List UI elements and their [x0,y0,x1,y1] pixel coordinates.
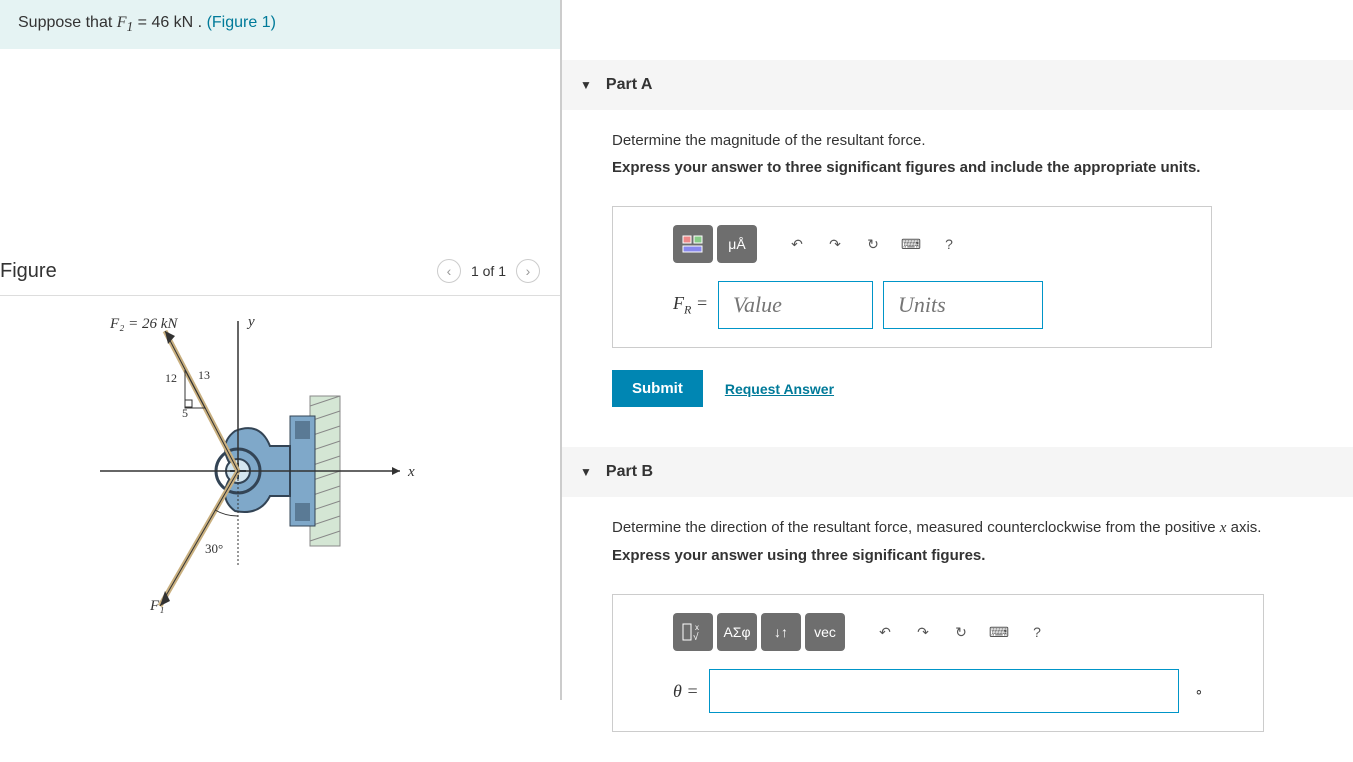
tri-12: 12 [165,371,177,386]
problem-var: F1 [117,14,133,31]
part-a-instruction: Express your answer to three significant… [612,159,1353,176]
part-b-header[interactable]: ▼ Part B [562,447,1353,497]
problem-statement: Suppose that F1 = 46 kN . (Figure 1) [0,0,560,49]
f2-label: F₂ = 26 kN [110,316,177,333]
y-axis-label: y [248,314,255,331]
updown-tool-button[interactable]: ↓↑ [761,613,801,651]
part-b-instruction: Express your answer using three signific… [612,547,1353,564]
part-a-answer-box: μÅ ↶ ↷ ↻ ⌨ ? FR = [612,206,1212,348]
tri-13: 13 [198,368,210,383]
value-input[interactable] [718,281,873,329]
part-b-description: Determine the direction of the resultant… [612,519,1353,537]
undo-icon[interactable]: ↶ [869,613,901,651]
caret-down-icon: ▼ [580,465,592,479]
greek-tool-button[interactable]: ΑΣφ [717,613,757,651]
vec-tool-button[interactable]: vec [805,613,845,651]
part-a-title: Part A [606,76,653,94]
help-icon[interactable]: ? [1021,613,1053,651]
figure-count: 1 of 1 [471,263,506,279]
angle-label: 30° [205,541,223,557]
figure-next-button[interactable]: › [516,259,540,283]
reset-icon[interactable]: ↻ [945,613,977,651]
svg-text:x: x [695,623,699,632]
units-input[interactable] [883,281,1043,329]
figure-prev-button[interactable]: ‹ [437,259,461,283]
figure-heading: Figure [0,260,57,283]
fr-label: FR = [673,293,708,318]
figure-diagram: F₂ = 26 kN y x F₁ 30° 12 13 5 [70,316,490,636]
request-answer-link[interactable]: Request Answer [725,381,834,397]
help-icon[interactable]: ? [933,225,965,263]
reset-icon[interactable]: ↻ [857,225,889,263]
submit-button[interactable]: Submit [612,370,703,407]
part-b-title: Part B [606,463,653,481]
problem-prefix: Suppose that [18,14,117,31]
caret-down-icon: ▼ [580,78,592,92]
figure-nav: ‹ 1 of 1 › [437,259,540,283]
keyboard-icon[interactable]: ⌨ [895,225,927,263]
svg-text:√: √ [693,631,699,642]
degree-symbol: ∘ [1195,683,1204,700]
part-b-answer-box: x√ ΑΣφ ↓↑ vec ↶ ↷ ↻ ⌨ ? θ = ∘ [612,594,1264,732]
keyboard-icon[interactable]: ⌨ [983,613,1015,651]
tri-5: 5 [182,406,188,421]
undo-icon[interactable]: ↶ [781,225,813,263]
x-axis-label: x [408,464,415,481]
f1-label: F₁ [150,598,164,615]
redo-icon[interactable]: ↷ [819,225,851,263]
template-tool-button[interactable] [673,225,713,263]
problem-eq: = 46 kN . [133,14,206,31]
part-a-description: Determine the magnitude of the resultant… [612,132,1353,149]
theta-label: θ = [673,681,699,702]
units-tool-button[interactable]: μÅ [717,225,757,263]
template-tool-button[interactable]: x√ [673,613,713,651]
figure-link[interactable]: (Figure 1) [207,14,276,31]
theta-input[interactable] [709,669,1179,713]
part-a-header[interactable]: ▼ Part A [562,60,1353,110]
redo-icon[interactable]: ↷ [907,613,939,651]
